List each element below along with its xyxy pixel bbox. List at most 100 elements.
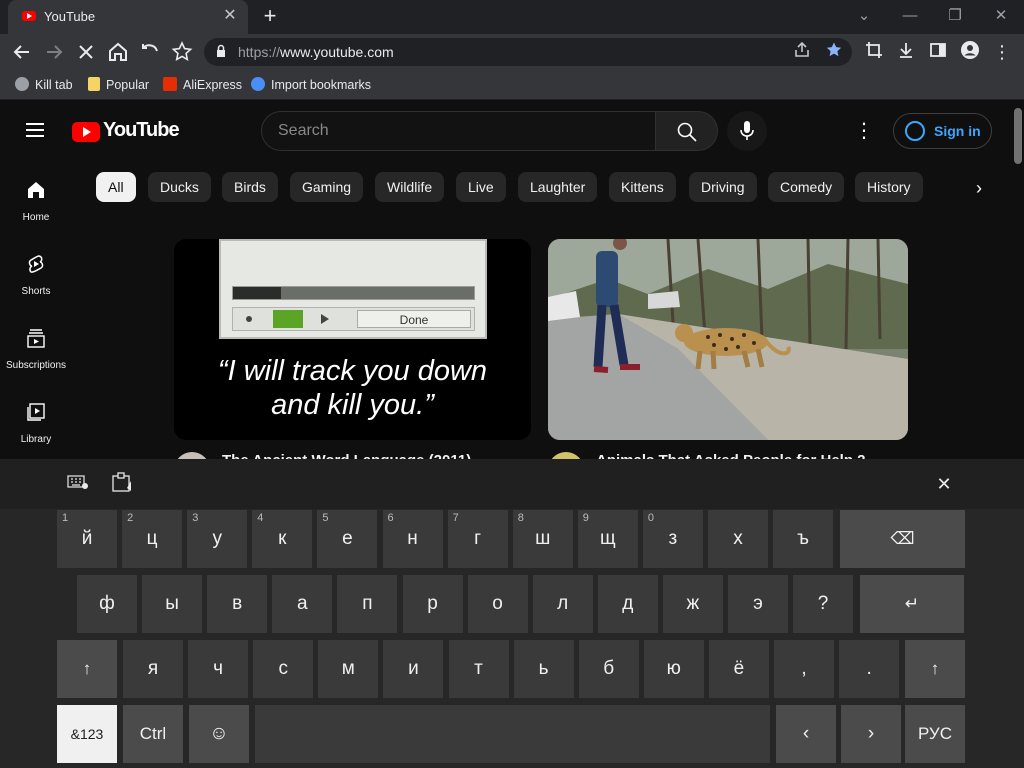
back-icon[interactable] xyxy=(10,40,34,64)
browser-tab[interactable]: YouTube ✕ xyxy=(8,0,248,34)
key-row2-2[interactable]: ы xyxy=(142,575,203,633)
side-panel-icon[interactable] xyxy=(926,40,950,64)
key-row2-9[interactable]: д xyxy=(597,575,658,633)
chip-live[interactable]: Live xyxy=(456,172,506,202)
chip-gaming[interactable]: Gaming xyxy=(290,172,364,202)
guide-item-shorts[interactable]: Shorts xyxy=(0,254,72,328)
symbols-key[interactable]: &123 xyxy=(57,705,117,763)
forward-icon[interactable] xyxy=(42,40,66,64)
arrow-right-key[interactable]: › xyxy=(841,705,901,763)
minimize-icon[interactable]: — xyxy=(896,4,924,28)
sign-in-button[interactable]: Sign in xyxy=(893,113,992,149)
shift-left-key[interactable]: ↑ xyxy=(57,640,117,698)
bookmark-folder-popular[interactable]: Popular xyxy=(88,77,149,93)
chip-all[interactable]: All xyxy=(96,172,136,202)
key-7[interactable]: 7г xyxy=(447,510,508,568)
shift-right-key[interactable]: ↑ xyxy=(905,640,965,698)
tab-close-icon[interactable]: ✕ xyxy=(220,6,240,26)
key-row2-4[interactable]: а xyxy=(272,575,333,633)
key-row3-11[interactable]: , xyxy=(774,640,834,698)
video-thumbnail[interactable] xyxy=(548,239,908,440)
chip-driving[interactable]: Driving xyxy=(689,172,757,202)
key-row2-12[interactable]: ? xyxy=(793,575,854,633)
key-row2-5[interactable]: п xyxy=(337,575,398,633)
bookmark-aliexpress[interactable]: AliExpress xyxy=(163,77,242,93)
key-row3-5[interactable]: и xyxy=(383,640,444,698)
keyboard-close-icon[interactable]: ✕ xyxy=(931,471,957,497)
backspace-key[interactable]: ⌫ xyxy=(840,510,965,568)
key-row2-10[interactable]: ж xyxy=(662,575,723,633)
search-input[interactable] xyxy=(278,121,638,141)
search-button[interactable] xyxy=(655,111,718,151)
new-tab-button[interactable]: + xyxy=(258,5,282,29)
key-row2-1[interactable]: ф xyxy=(77,575,137,633)
chip-next-icon[interactable]: › xyxy=(966,176,992,200)
chip-wildlife[interactable]: Wildlife xyxy=(375,172,445,202)
key-4[interactable]: 4к xyxy=(252,510,313,568)
key-11[interactable]: х xyxy=(708,510,768,568)
chip-birds[interactable]: Birds xyxy=(222,172,278,202)
address-bar[interactable]: https://www.youtube.com xyxy=(204,38,852,66)
crop-icon[interactable] xyxy=(862,40,886,64)
key-row3-7[interactable]: ь xyxy=(513,640,574,698)
enter-key[interactable]: ↵ xyxy=(860,575,964,633)
bookmark-star-icon[interactable] xyxy=(170,40,194,64)
share-icon[interactable] xyxy=(790,40,814,64)
chip-ducks[interactable]: Ducks xyxy=(148,172,211,202)
stop-icon[interactable] xyxy=(74,40,98,64)
chip-laughter[interactable]: Laughter xyxy=(518,172,598,202)
arrow-left-key[interactable]: ‹ xyxy=(776,705,836,763)
key-2[interactable]: 2ц xyxy=(122,510,183,568)
bookmarked-star-icon[interactable] xyxy=(822,40,846,64)
key-row3-8[interactable]: б xyxy=(578,640,639,698)
key-row2-7[interactable]: о xyxy=(467,575,528,633)
key-10[interactable]: 0з xyxy=(642,510,703,568)
chrome-menu-icon[interactable]: ⋮ xyxy=(990,40,1014,64)
key-row3-9[interactable]: ю xyxy=(643,640,704,698)
key-row3-1[interactable]: я xyxy=(123,640,183,698)
chip-history[interactable]: History xyxy=(855,172,923,202)
bookmark-import[interactable]: Import bookmarks xyxy=(251,77,371,93)
video-thumbnail[interactable]: Done “I will track you down and kill you… xyxy=(174,239,531,440)
key-1[interactable]: 1й xyxy=(57,510,117,568)
key-6[interactable]: 6н xyxy=(382,510,443,568)
key-9[interactable]: 9щ xyxy=(577,510,638,568)
key-8[interactable]: 8ш xyxy=(512,510,573,568)
download-icon[interactable] xyxy=(894,40,918,64)
scrollbar-thumb[interactable] xyxy=(1014,108,1022,164)
key-row2-8[interactable]: л xyxy=(532,575,593,633)
ctrl-key[interactable]: Ctrl xyxy=(123,705,183,763)
key-12[interactable]: ъ xyxy=(773,510,834,568)
tab-search-icon[interactable]: ⌄ xyxy=(850,4,878,28)
youtube-logo[interactable]: YouTube xyxy=(72,118,180,144)
chip-comedy[interactable]: Comedy xyxy=(768,172,845,202)
key-row3-6[interactable]: т xyxy=(448,640,509,698)
emoji-key[interactable]: ☺ xyxy=(189,705,249,763)
voice-search-button[interactable] xyxy=(727,111,767,151)
key-row3-12[interactable]: . xyxy=(839,640,900,698)
clipboard-icon[interactable] xyxy=(108,471,134,497)
guide-menu-icon[interactable] xyxy=(24,121,46,139)
key-row3-4[interactable]: м xyxy=(318,640,379,698)
key-row3-10[interactable]: ё xyxy=(708,640,769,698)
key-row2-6[interactable]: р xyxy=(402,575,463,633)
guide-item-home[interactable]: Home xyxy=(0,180,72,254)
undo-icon[interactable] xyxy=(138,40,162,64)
chip-kittens[interactable]: Kittens xyxy=(609,172,676,202)
key-row2-3[interactable]: в xyxy=(207,575,268,633)
key-row2-11[interactable]: э xyxy=(728,575,788,633)
key-row3-2[interactable]: ч xyxy=(188,640,249,698)
key-3[interactable]: 3у xyxy=(187,510,248,568)
page-scrollbar[interactable] xyxy=(1012,100,1024,460)
window-close-icon[interactable]: ✕ xyxy=(987,4,1015,28)
bookmark-kill-tab[interactable]: Kill tab xyxy=(15,77,73,93)
space-key[interactable] xyxy=(255,705,770,763)
key-5[interactable]: 5е xyxy=(317,510,378,568)
keyboard-settings-icon[interactable] xyxy=(65,471,91,497)
home-button-icon[interactable] xyxy=(106,40,130,64)
restore-icon[interactable]: ❐ xyxy=(941,4,969,28)
guide-item-subscriptions[interactable]: Subscriptions xyxy=(0,328,72,402)
profile-icon[interactable] xyxy=(958,40,982,64)
settings-more-icon[interactable]: ⋮ xyxy=(852,119,876,143)
key-row3-3[interactable]: с xyxy=(253,640,314,698)
